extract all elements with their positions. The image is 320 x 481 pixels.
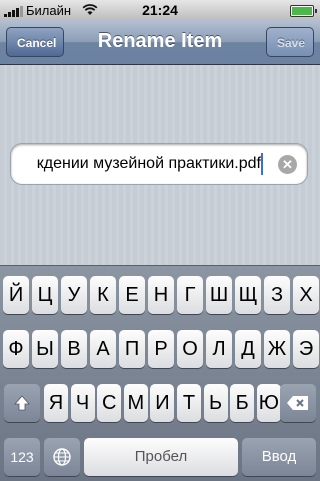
key-С[interactable]: С	[97, 384, 122, 422]
shift-key[interactable]	[4, 384, 40, 422]
keyboard: ЙЦУКЕНГШЩЗХ ФЫВАПРОЛДЖЭ ЯЧСМИТЬБЮ 123 Пр…	[0, 265, 320, 481]
key-Я[interactable]: Я	[44, 384, 68, 422]
language-key[interactable]	[44, 438, 80, 476]
key-К[interactable]: К	[90, 276, 116, 314]
key-А[interactable]: А	[90, 330, 116, 368]
key-Ш[interactable]: Ш	[206, 276, 232, 314]
key-Ы[interactable]: Ы	[32, 330, 58, 368]
key-Э[interactable]: Э	[293, 330, 319, 368]
status-bar: Билайн 21:24	[0, 0, 320, 20]
key-П[interactable]: П	[119, 330, 145, 368]
battery-icon	[290, 5, 317, 17]
globe-icon	[53, 448, 71, 466]
key-Б[interactable]: Б	[230, 384, 255, 422]
navigation-bar: Cancel Rename Item Save	[0, 20, 320, 65]
key-И[interactable]: И	[150, 384, 175, 422]
backspace-key[interactable]	[280, 384, 316, 422]
key-Л[interactable]: Л	[206, 330, 232, 368]
key-Т[interactable]: Т	[177, 384, 201, 422]
backspace-icon	[287, 396, 308, 410]
filename-text[interactable]: кдении музейной практики.pdf	[37, 155, 261, 173]
key-З[interactable]: З	[264, 276, 290, 314]
key-О[interactable]: О	[177, 330, 203, 368]
key-Ч[interactable]: Ч	[70, 384, 95, 422]
numbers-key[interactable]: 123	[4, 438, 40, 476]
key-В[interactable]: В	[61, 330, 87, 368]
space-key[interactable]: Пробел	[84, 438, 238, 476]
shift-icon	[14, 395, 30, 411]
return-key[interactable]: Ввод	[242, 438, 316, 476]
key-Ф[interactable]: Ф	[3, 330, 29, 368]
key-Е[interactable]: Е	[119, 276, 145, 314]
key-Ь[interactable]: Ь	[203, 384, 228, 422]
key-Ж[interactable]: Ж	[264, 330, 290, 368]
save-button[interactable]: Save	[266, 27, 314, 57]
clock: 21:24	[142, 2, 178, 18]
clear-icon[interactable]: ✕	[278, 155, 297, 174]
key-У[interactable]: У	[61, 276, 87, 314]
key-Р[interactable]: Р	[148, 330, 174, 368]
key-Й[interactable]: Й	[3, 276, 29, 314]
key-Х[interactable]: Х	[293, 276, 319, 314]
key-Н[interactable]: Н	[148, 276, 174, 314]
key-Щ[interactable]: Щ	[235, 276, 261, 314]
key-Ю[interactable]: Ю	[256, 384, 281, 422]
key-Г[interactable]: Г	[177, 276, 203, 314]
key-М[interactable]: М	[123, 384, 148, 422]
key-Ц[interactable]: Ц	[32, 276, 58, 314]
key-Д[interactable]: Д	[235, 330, 261, 368]
filename-field[interactable]: кдении музейной практики.pdf ✕	[10, 143, 308, 185]
text-caret	[261, 153, 263, 175]
